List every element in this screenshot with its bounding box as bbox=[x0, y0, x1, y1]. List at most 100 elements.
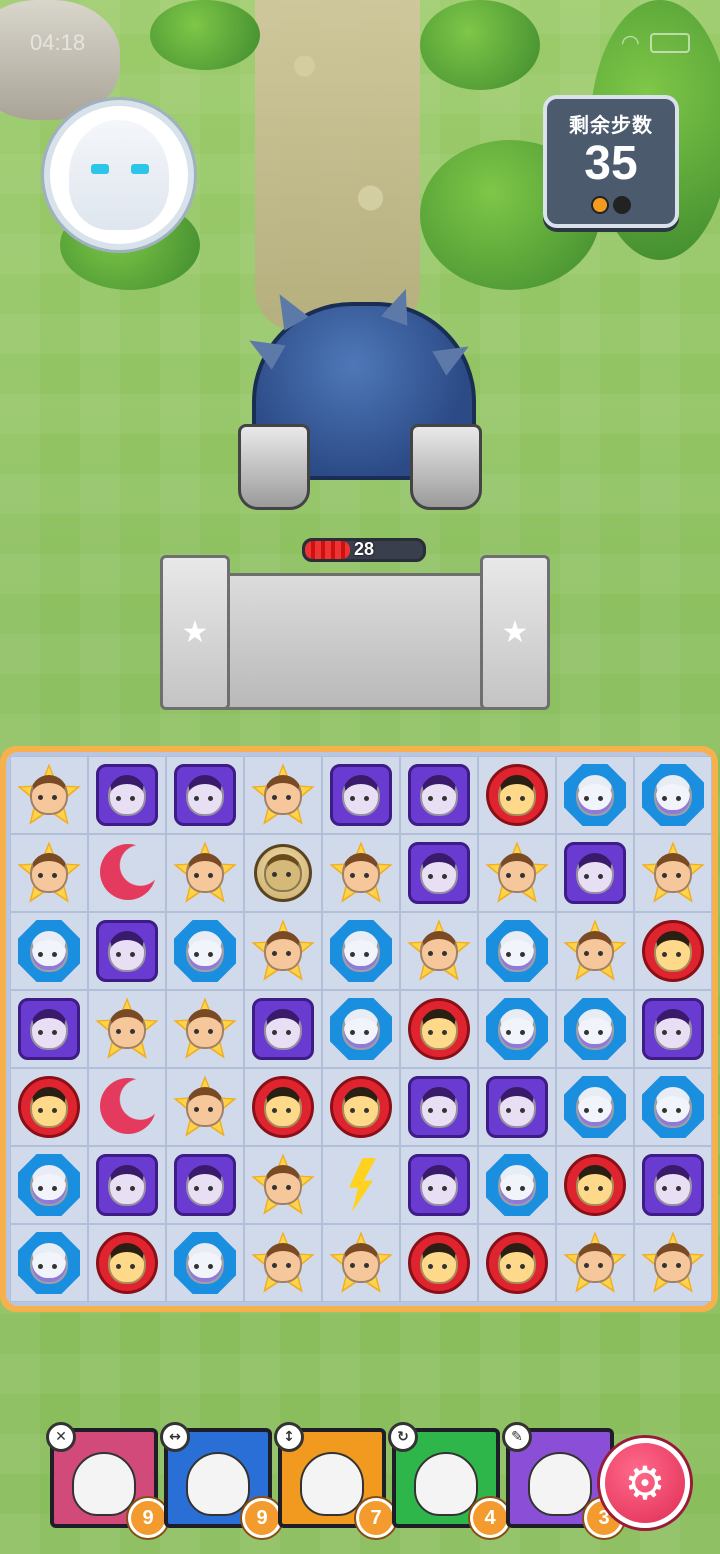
star-tile[interactable] bbox=[640, 1230, 706, 1296]
board-cell[interactable] bbox=[88, 834, 166, 912]
star-tile[interactable] bbox=[172, 840, 238, 906]
board-cell[interactable] bbox=[88, 1146, 166, 1224]
board-cell[interactable] bbox=[634, 1146, 712, 1224]
blue-tile[interactable] bbox=[640, 762, 706, 828]
star-tile[interactable] bbox=[16, 762, 82, 828]
board-cell[interactable] bbox=[556, 756, 634, 834]
board-cell[interactable] bbox=[10, 834, 88, 912]
board-cell[interactable] bbox=[166, 1146, 244, 1224]
board-cell[interactable] bbox=[166, 1068, 244, 1146]
board-cell[interactable] bbox=[322, 1224, 400, 1302]
board-cell[interactable] bbox=[478, 1068, 556, 1146]
purple-tile[interactable] bbox=[562, 840, 628, 906]
board-cell[interactable] bbox=[166, 1224, 244, 1302]
blue-tile[interactable] bbox=[16, 918, 82, 984]
star-tile[interactable] bbox=[406, 918, 472, 984]
board-cell[interactable] bbox=[322, 990, 400, 1068]
purple-tile[interactable] bbox=[94, 918, 160, 984]
board-cell[interactable] bbox=[244, 990, 322, 1068]
blue-tile[interactable] bbox=[484, 1152, 550, 1218]
board-cell[interactable] bbox=[166, 756, 244, 834]
blue-tile[interactable] bbox=[640, 1074, 706, 1140]
purple-tile[interactable] bbox=[406, 1152, 472, 1218]
board-cell[interactable] bbox=[400, 990, 478, 1068]
star-tile[interactable] bbox=[16, 840, 82, 906]
board-cell[interactable] bbox=[88, 912, 166, 990]
board-cell[interactable] bbox=[634, 1068, 712, 1146]
star-tile[interactable] bbox=[328, 1230, 394, 1296]
red-tile[interactable] bbox=[94, 1230, 160, 1296]
blue-tile[interactable] bbox=[16, 1230, 82, 1296]
red-tile[interactable] bbox=[640, 918, 706, 984]
bolt-tile[interactable] bbox=[328, 1152, 394, 1218]
board-cell[interactable] bbox=[478, 912, 556, 990]
star-tile[interactable] bbox=[562, 918, 628, 984]
red-tile[interactable] bbox=[16, 1074, 82, 1140]
board-cell[interactable] bbox=[478, 834, 556, 912]
star-tile[interactable] bbox=[250, 762, 316, 828]
board-cell[interactable] bbox=[400, 1224, 478, 1302]
board-cell[interactable] bbox=[88, 1068, 166, 1146]
board-cell[interactable] bbox=[634, 912, 712, 990]
red-tile[interactable] bbox=[328, 1074, 394, 1140]
settings-button[interactable]: ⚙ bbox=[600, 1438, 690, 1528]
board-cell[interactable] bbox=[400, 1068, 478, 1146]
board-cell[interactable] bbox=[244, 756, 322, 834]
blue-tile[interactable] bbox=[172, 918, 238, 984]
board-cell[interactable] bbox=[400, 756, 478, 834]
blue-tile[interactable] bbox=[562, 1074, 628, 1140]
board-cell[interactable] bbox=[322, 1146, 400, 1224]
character-card[interactable]: ✕ 9 bbox=[46, 1422, 168, 1538]
red-tile[interactable] bbox=[484, 762, 550, 828]
blue-tile[interactable] bbox=[328, 996, 394, 1062]
board-cell[interactable] bbox=[10, 756, 88, 834]
hero-avatar[interactable] bbox=[44, 100, 194, 250]
blue-tile[interactable] bbox=[562, 762, 628, 828]
purple-tile[interactable] bbox=[640, 1152, 706, 1218]
board-cell[interactable] bbox=[244, 1068, 322, 1146]
board-cell[interactable] bbox=[634, 756, 712, 834]
board-cell[interactable] bbox=[322, 1068, 400, 1146]
star-tile[interactable] bbox=[94, 996, 160, 1062]
purple-tile[interactable] bbox=[172, 762, 238, 828]
board-cell[interactable] bbox=[478, 756, 556, 834]
board-cell[interactable] bbox=[10, 1068, 88, 1146]
star-tile[interactable] bbox=[172, 1074, 238, 1140]
board-cell[interactable] bbox=[244, 834, 322, 912]
character-card[interactable]: ↔ 9 bbox=[160, 1422, 282, 1538]
star-tile[interactable] bbox=[250, 1230, 316, 1296]
board-cell[interactable] bbox=[322, 834, 400, 912]
board-cell[interactable] bbox=[244, 912, 322, 990]
star-tile[interactable] bbox=[562, 1230, 628, 1296]
board-cell[interactable] bbox=[244, 1224, 322, 1302]
moon-tile[interactable] bbox=[94, 840, 160, 906]
red-tile[interactable] bbox=[484, 1230, 550, 1296]
board-cell[interactable] bbox=[556, 834, 634, 912]
board-cell[interactable] bbox=[478, 1146, 556, 1224]
red-tile[interactable] bbox=[406, 1230, 472, 1296]
board-cell[interactable] bbox=[556, 990, 634, 1068]
red-tile[interactable] bbox=[406, 996, 472, 1062]
board-cell[interactable] bbox=[10, 1224, 88, 1302]
moon-tile[interactable] bbox=[94, 1074, 160, 1140]
purple-tile[interactable] bbox=[16, 996, 82, 1062]
board-cell[interactable] bbox=[400, 912, 478, 990]
board-cell[interactable] bbox=[556, 1224, 634, 1302]
board-cell[interactable] bbox=[244, 1146, 322, 1224]
blue-tile[interactable] bbox=[16, 1152, 82, 1218]
board-cell[interactable] bbox=[10, 990, 88, 1068]
purple-tile[interactable] bbox=[172, 1152, 238, 1218]
purple-tile[interactable] bbox=[328, 762, 394, 828]
character-card[interactable]: ↕ 7 bbox=[274, 1422, 396, 1538]
blue-tile[interactable] bbox=[328, 918, 394, 984]
star-tile[interactable] bbox=[250, 918, 316, 984]
board-cell[interactable] bbox=[166, 912, 244, 990]
board-cell[interactable] bbox=[478, 990, 556, 1068]
purple-tile[interactable] bbox=[406, 840, 472, 906]
boss-enemy[interactable]: 28 bbox=[238, 284, 482, 562]
blue-tile[interactable] bbox=[484, 918, 550, 984]
board-cell[interactable] bbox=[556, 1146, 634, 1224]
board-cell[interactable] bbox=[166, 990, 244, 1068]
board-cell[interactable] bbox=[400, 834, 478, 912]
board-cell[interactable] bbox=[556, 1068, 634, 1146]
